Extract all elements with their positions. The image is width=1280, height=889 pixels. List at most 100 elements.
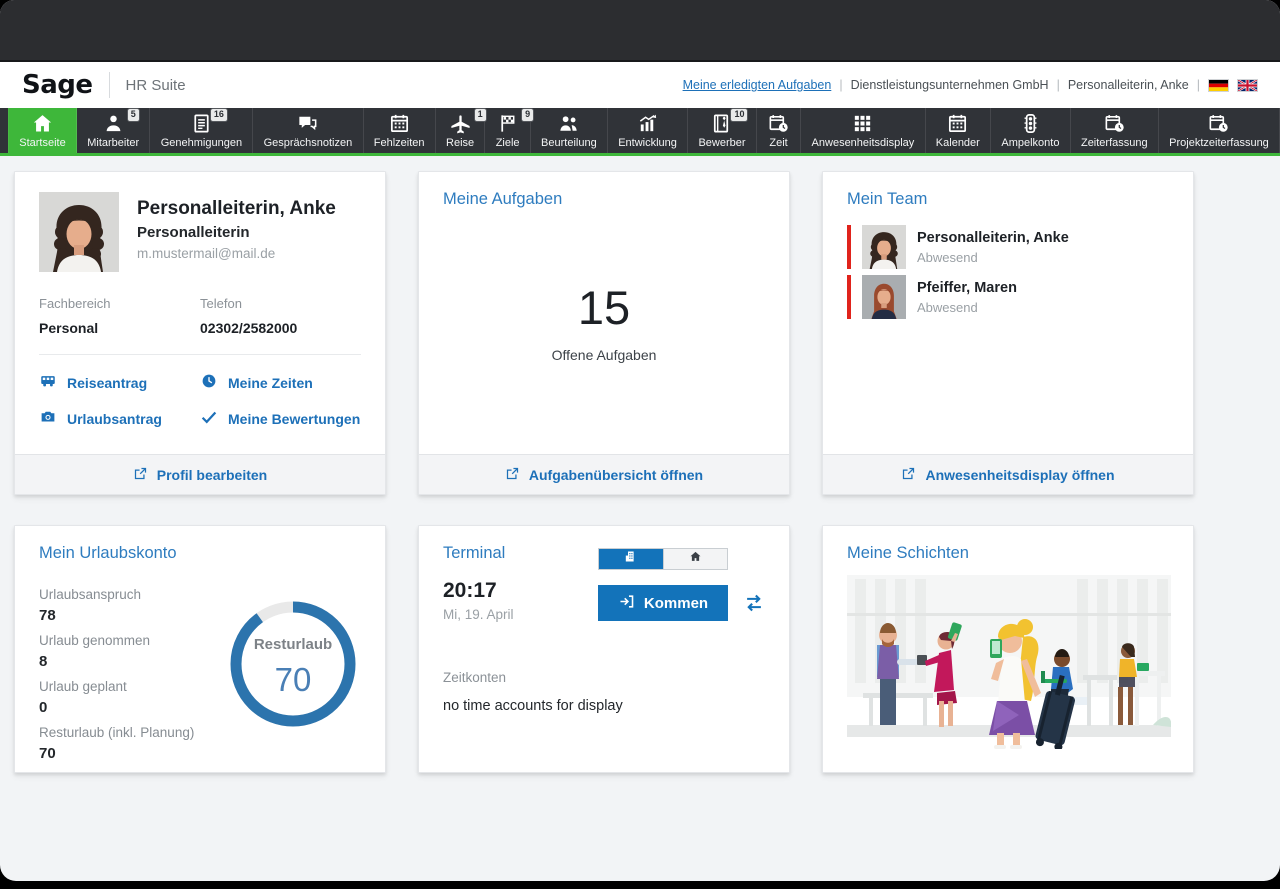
quick-link-bus[interactable]: Reiseantrag (39, 372, 200, 393)
separator: | (1057, 78, 1060, 92)
nav-item-entwicklung[interactable]: Entwicklung (608, 108, 688, 153)
user-icon: 5 (102, 112, 125, 135)
header-right: Meine erledigten Aufgaben | Dienstleistu… (683, 78, 1258, 92)
vacation-card-body: Mein Urlaubskonto Urlaubsanspruch78Urlau… (15, 526, 385, 772)
vacation-title: Mein Urlaubskonto (39, 544, 361, 563)
nav-item-zeiterfassung[interactable]: Zeiterfassung (1071, 108, 1159, 153)
nav-label: Ampelkonto (1001, 137, 1059, 149)
done-tasks-link[interactable]: Meine erledigten Aufgaben (683, 78, 832, 92)
grid-icon (851, 112, 874, 135)
nav-label: Kalender (936, 137, 980, 149)
nav-label: Reise (446, 137, 474, 149)
plane-icon: 1 (449, 112, 472, 135)
open-tasks-label: Offene Aufgaben (419, 347, 789, 363)
nav-label: Anwesenheitsdisplay (812, 137, 915, 149)
profile-field: Telefon 02302/2582000 (200, 296, 361, 336)
team-member-row[interactable]: Pfeiffer, MarenAbwesend (847, 275, 1169, 319)
camera-icon (39, 408, 57, 429)
donut-label: Resturlaub (227, 636, 359, 653)
dashboard: Personalleiterin, Anke Personalleiterin … (0, 156, 1280, 881)
app-header: Sage HR Suite Meine erledigten Aufgaben … (0, 62, 1280, 108)
user-menu[interactable]: Personalleiterin, Anke (1068, 78, 1189, 92)
nav-label: Entwicklung (618, 137, 677, 149)
nav-item-ziele[interactable]: 9 Ziele (485, 108, 530, 153)
open-presence-display-link[interactable]: Anwesenheitsdisplay öffnen (901, 466, 1114, 484)
nav-label: Beurteilung (541, 137, 597, 149)
calendar-clock-icon (1207, 112, 1230, 135)
nav-item-zeit[interactable]: Zeit (757, 108, 802, 153)
profile-identity: Personalleiterin, Anke Personalleiterin … (137, 192, 336, 272)
swap-icon[interactable] (743, 592, 765, 614)
sage-logo: Sage (22, 70, 93, 100)
profile-footer[interactable]: Profil bearbeiten (15, 454, 385, 494)
profile-name: Personalleiterin, Anke (137, 198, 336, 220)
nav-label: Ziele (496, 137, 520, 149)
nav-item-projektzeiterfassung[interactable]: Projektzeiterfassung (1159, 108, 1280, 153)
nav-item-anwesenheitsdisplay[interactable]: Anwesenheitsdisplay (801, 108, 925, 153)
nav-badge: 16 (211, 109, 227, 121)
separator: | (839, 78, 842, 92)
nav-item-fehlzeiten[interactable]: Fehlzeiten (364, 108, 436, 153)
donut-value: 70 (227, 661, 359, 699)
profile-card-body: Personalleiterin, Anke Personalleiterin … (15, 172, 385, 454)
shifts-card: Meine Schichten (822, 525, 1194, 773)
german-flag-icon[interactable] (1208, 79, 1229, 92)
nav-item-kalender[interactable]: Kalender (926, 108, 992, 153)
nav-label: Mitarbeiter (87, 137, 139, 149)
field-value: 02302/2582000 (200, 320, 361, 336)
edit-profile-link[interactable]: Profil bearbeiten (133, 466, 267, 484)
quick-link-check[interactable]: Meine Bewertungen (200, 408, 361, 429)
product-name: HR Suite (126, 77, 186, 94)
vacation-card: Mein Urlaubskonto Urlaubsanspruch78Urlau… (14, 525, 386, 773)
quick-link-label: Meine Bewertungen (228, 411, 360, 427)
member-name: Pfeiffer, Maren (917, 280, 1017, 296)
check-icon (200, 408, 218, 429)
header-divider (109, 72, 110, 98)
chart-icon (636, 112, 659, 135)
tasks-center: 15 Offene Aufgaben (419, 280, 789, 363)
nav-badge: 5 (128, 109, 139, 121)
uk-flag-icon[interactable] (1237, 79, 1258, 92)
profile-avatar (39, 192, 119, 272)
edit-profile-label: Profil bearbeiten (157, 467, 267, 483)
profile-divider (39, 354, 361, 355)
field-label: Telefon (200, 296, 361, 311)
stat-value: 70 (39, 745, 361, 762)
team-footer[interactable]: Anwesenheitsdisplay öffnen (823, 454, 1193, 494)
kommen-label: Kommen (644, 595, 708, 612)
nav-item-genehmigungen[interactable]: 16Genehmigungen (150, 108, 253, 153)
open-tasks-count: 15 (419, 280, 789, 335)
nav-label: Fehlzeiten (374, 137, 425, 149)
nav-badge: 10 (731, 109, 747, 121)
nav-item-beurteilung[interactable]: Beurteilung (531, 108, 608, 153)
nav-item-startseite[interactable]: Startseite (8, 108, 77, 153)
tasks-footer[interactable]: Aufgabenübersicht öffnen (419, 454, 789, 494)
nav-item-bewerber[interactable]: 10Bewerber (688, 108, 757, 153)
nav-label: Gesprächsnotizen (264, 137, 353, 149)
team-member-row[interactable]: Personalleiterin, AnkeAbwesend (847, 225, 1169, 269)
quick-link-camera[interactable]: Urlaubsantrag (39, 408, 200, 429)
nav-item-reise[interactable]: 1 Reise (436, 108, 486, 153)
calendar-icon (946, 112, 969, 135)
external-link-icon (901, 466, 916, 484)
flag-icon: 9 (496, 112, 519, 135)
nav-item-ampelkonto[interactable]: Ampelkonto (991, 108, 1071, 153)
nav-item-mitarbeiter[interactable]: 5 Mitarbeiter (77, 108, 150, 153)
field-value: Personal (39, 320, 200, 336)
calendar-clock-icon (767, 112, 790, 135)
quick-link-clock[interactable]: Meine Zeiten (200, 372, 361, 393)
team-list: Personalleiterin, AnkeAbwesend Pfeiffer, … (847, 225, 1169, 319)
bus-icon (39, 372, 57, 393)
enter-icon (618, 593, 635, 614)
kommen-button[interactable]: Kommen (598, 585, 728, 621)
main-nav: Startseite 5 Mitarbeiter 16Genehmigungen Ges… (0, 108, 1280, 156)
office-toggle-segment[interactable] (599, 549, 663, 569)
nav-item-gespraechsnotizen[interactable]: Gesprächsnotizen (253, 108, 363, 153)
shifts-illustration (847, 575, 1171, 749)
open-tasks-overview-link[interactable]: Aufgabenübersicht öffnen (505, 466, 703, 484)
home-toggle-segment[interactable] (663, 549, 728, 569)
shifts-card-body: Meine Schichten (823, 526, 1193, 772)
profile-field: FachbereichPersonal (39, 296, 200, 336)
presence-indicator (847, 225, 851, 269)
tasks-title: Meine Aufgaben (443, 190, 765, 209)
